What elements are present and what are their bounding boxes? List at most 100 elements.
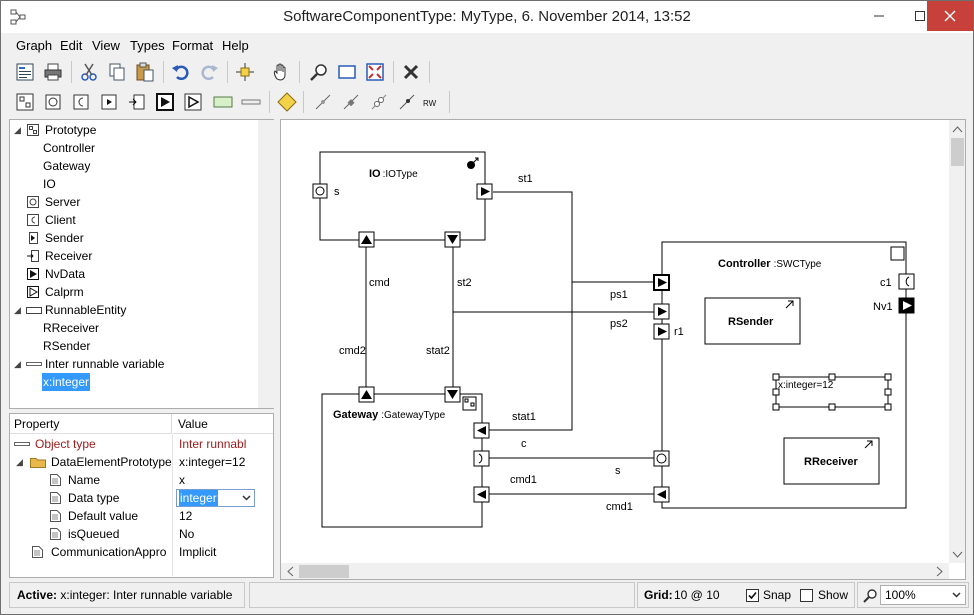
title-bar[interactable]: SoftwareComponentType: MyType, 6. Novemb… <box>1 1 973 33</box>
minimize-icon <box>874 15 884 17</box>
data-type-select[interactable]: integer <box>176 489 255 507</box>
menu-edit[interactable]: Edit <box>60 38 82 53</box>
sender-port-icon <box>101 94 117 110</box>
junction-tool[interactable] <box>275 90 299 114</box>
controller-port-s[interactable] <box>653 450 670 467</box>
active-status: Active: x:integer: Inter runnable variab… <box>9 582 245 608</box>
collapse-arrow-icon[interactable]: ◢ <box>14 121 21 139</box>
cut-button[interactable] <box>77 60 101 84</box>
collapse-arrow-icon[interactable]: ◢ <box>16 453 23 471</box>
tree-scrollbar[interactable] <box>258 120 275 408</box>
menu-help[interactable]: Help <box>222 38 249 53</box>
minimize-button[interactable] <box>856 1 902 31</box>
client-port-tool[interactable] <box>69 90 93 114</box>
property-column-header[interactable]: Property <box>10 414 172 434</box>
value-column-header[interactable]: Value <box>173 414 273 434</box>
label-c: c <box>521 438 527 450</box>
prop-row-isqueued[interactable]: isQueued No <box>10 525 273 543</box>
pan-tool-button[interactable] <box>269 60 293 84</box>
zoom-magnifier-icon[interactable] <box>862 588 878 604</box>
receiver-port-icon <box>129 94 145 110</box>
zoom-page-button[interactable] <box>335 60 359 84</box>
diamond-icon <box>277 92 297 112</box>
gateway-structure-icon <box>462 396 477 411</box>
copy-button[interactable] <box>105 60 129 84</box>
label-stat2: stat2 <box>426 345 450 357</box>
connector-tool-4[interactable] <box>395 90 419 114</box>
document-icon <box>50 492 61 504</box>
diagram-svg[interactable]: IO:IOType s st1 cmd st2 cmd2 stat2 Gatew… <box>281 120 966 580</box>
canvas-vscroll[interactable] <box>949 120 966 563</box>
menu-graph[interactable]: Graph <box>16 38 52 53</box>
irv-tool[interactable] <box>239 90 263 114</box>
show-checkbox[interactable] <box>800 589 813 602</box>
window-title: SoftwareComponentType: MyType, 6. Novemb… <box>283 8 691 25</box>
controller-expand-icon[interactable] <box>890 246 905 261</box>
zoom-select[interactable]: 100% <box>880 585 966 605</box>
receiver-port-tool[interactable] <box>125 90 149 114</box>
page-frame-icon <box>338 65 356 79</box>
redo-button[interactable] <box>197 60 221 84</box>
hand-icon <box>273 63 286 81</box>
properties-button[interactable] <box>13 60 37 84</box>
io-name: IO <box>369 168 381 180</box>
prototype-tool[interactable] <box>13 90 37 114</box>
menu-view[interactable]: View <box>92 38 120 53</box>
delete-button[interactable] <box>399 60 423 84</box>
svg-text:Gateway:GatewayType: Gateway:GatewayType <box>333 409 446 421</box>
document-icon <box>32 546 43 558</box>
client-port-icon <box>27 214 39 226</box>
svg-text:RW: RW <box>423 99 437 108</box>
tree-item-prototype[interactable]: ◢ Prototype <box>10 121 258 139</box>
menu-format[interactable]: Format <box>172 38 213 53</box>
connector-tool-1[interactable] <box>311 90 335 114</box>
runnable-tool[interactable] <box>211 90 235 114</box>
collapse-arrow-icon[interactable]: ◢ <box>14 301 21 319</box>
canvas-vscroll-thumb[interactable] <box>951 138 964 166</box>
io-port-s[interactable] <box>312 183 328 199</box>
close-button[interactable] <box>927 1 973 31</box>
snap-checkbox[interactable] <box>746 589 759 602</box>
menu-types[interactable]: Types <box>130 38 165 53</box>
prop-row-name[interactable]: Name x <box>10 471 273 489</box>
connect-tool-button[interactable] <box>233 60 257 84</box>
paste-button[interactable] <box>133 60 157 84</box>
prop-row-data-element-prototype[interactable]: ◢ DataElementPrototype x:integer=12 <box>10 453 273 471</box>
fit-window-button[interactable] <box>363 60 387 84</box>
canvas-hscroll[interactable] <box>281 563 949 580</box>
prop-row-object-type[interactable]: Object type Inter runnabl <box>10 435 273 453</box>
server-port-icon <box>27 196 39 208</box>
connector-tool-3[interactable] <box>367 90 391 114</box>
prop-row-data-type[interactable]: Data type integer <box>10 489 273 507</box>
label-cmd: cmd <box>369 277 390 289</box>
rw-icon: RW <box>423 99 437 108</box>
rw-tool[interactable]: RW <box>421 90 445 114</box>
collapse-arrow-icon[interactable]: ◢ <box>14 355 21 373</box>
irv-label: x:integer=12 <box>778 380 834 391</box>
controller-type: :SWCType <box>774 259 822 270</box>
canvas-hscroll-thumb[interactable] <box>299 565 349 578</box>
calprm-port-tool[interactable] <box>181 90 205 114</box>
undo-button[interactable] <box>169 60 193 84</box>
type-tree-panel: ◢ Prototype Controller Gateway IO Server… <box>9 119 275 409</box>
menu-bar: Graph Edit View Types Format Help <box>1 35 973 55</box>
nvdata-port-tool[interactable] <box>153 90 177 114</box>
prop-row-communication-approach[interactable]: CommunicationAppro Implicit <box>10 543 273 561</box>
io-component[interactable] <box>319 151 486 241</box>
runnable-icon <box>26 307 42 314</box>
receiver-port-icon <box>27 250 39 262</box>
chevron-down-icon <box>242 495 251 501</box>
calprm-port-icon <box>27 286 39 298</box>
maximize-icon <box>915 11 925 21</box>
print-button[interactable] <box>41 60 65 84</box>
connector-plug-icon <box>343 94 359 110</box>
zoom-control: 100% <box>857 582 969 608</box>
label-st1: st1 <box>518 173 533 185</box>
server-port-tool[interactable] <box>41 90 65 114</box>
connector-tool-2[interactable] <box>339 90 363 114</box>
sender-port-tool[interactable] <box>97 90 121 114</box>
prop-row-default-value[interactable]: Default value 12 <box>10 507 273 525</box>
diagram-canvas[interactable]: IO:IOType s st1 cmd st2 cmd2 stat2 Gatew… <box>280 119 966 580</box>
show-label: Show <box>818 588 849 602</box>
zoom-button[interactable] <box>307 60 331 84</box>
